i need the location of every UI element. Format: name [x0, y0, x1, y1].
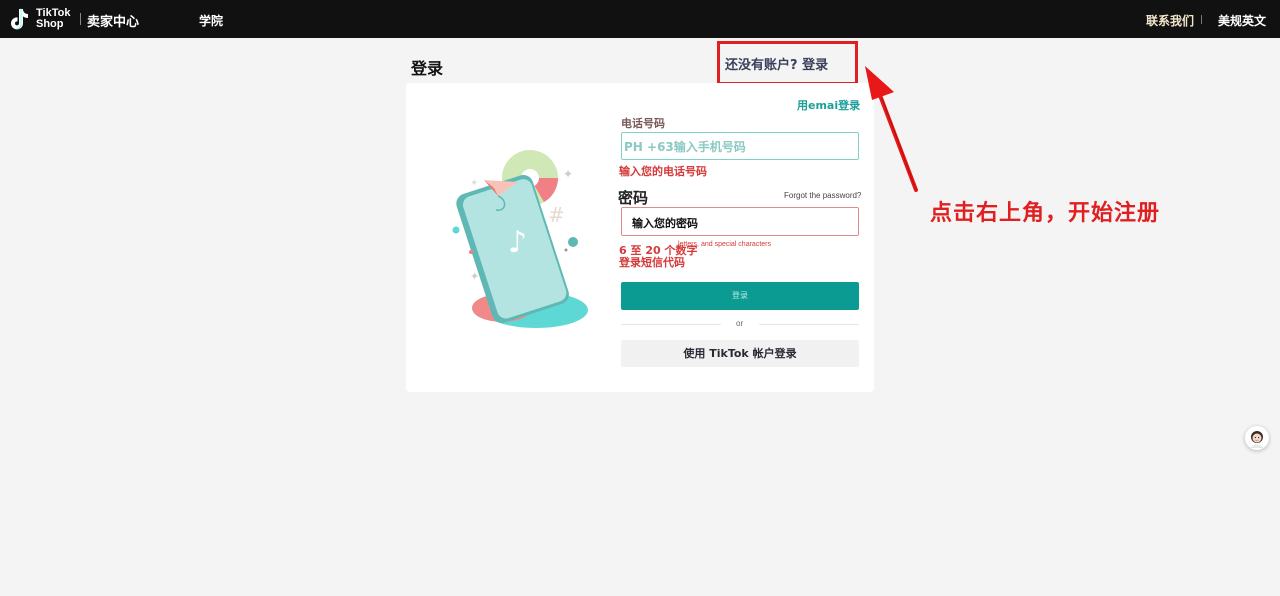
password-input[interactable]: 输入您的密码 — [621, 207, 859, 236]
or-divider-text: or — [736, 319, 744, 328]
svg-text:✦: ✦ — [470, 270, 479, 283]
forgot-password-link[interactable]: Forgot the password? — [784, 191, 861, 200]
svg-text:✦: ✦ — [470, 178, 478, 189]
top-navigation-bar: TikTok Shop 卖家中心 学院 联系我们 美规英文 — [0, 0, 1280, 38]
or-divider-right — [759, 324, 859, 325]
annotation-instruction: 点击右上角，开始注册 — [930, 201, 1161, 226]
phone-illustration: ♪ # ✦ ✦ ✦ — [452, 150, 588, 328]
sms-code-login-link[interactable]: 登录短信代码 — [619, 254, 685, 270]
svg-text:#: # — [548, 203, 565, 227]
login-button[interactable]: 登录 — [621, 282, 859, 310]
language-selector[interactable]: 美规英文 — [1218, 12, 1266, 29]
tiktok-account-login-button[interactable]: 使用 TikTok 帐户登录 — [621, 340, 859, 367]
tiktok-shop-logo[interactable]: TikTok Shop — [10, 7, 70, 31]
svg-text:✦: ✦ — [563, 167, 573, 181]
tiktok-note-icon — [11, 8, 28, 30]
phone-number-label: 电话号码 — [621, 117, 665, 130]
seller-center-title: 卖家中心 — [87, 15, 140, 30]
contact-us-link[interactable]: 联系我们 — [1146, 12, 1194, 29]
tiktok-logo-on-phone: ♪ — [508, 225, 527, 260]
email-login-link[interactable]: 用emai登录 — [797, 97, 860, 113]
or-divider-left — [621, 324, 721, 325]
signup-link[interactable]: 还没有账户? 登录 — [725, 54, 828, 73]
logo-wordmark: TikTok Shop — [36, 8, 70, 30]
topbar-divider — [1201, 15, 1202, 24]
page-title: 登录 — [411, 59, 444, 78]
avatar-face-icon — [1250, 431, 1264, 448]
logo-divider — [80, 13, 81, 25]
annotation-arrow-icon — [865, 66, 918, 192]
logo-line-2: Shop — [36, 18, 64, 30]
nav-academy-link[interactable]: 学院 — [199, 12, 223, 29]
phone-error-message: 输入您的电话号码 — [619, 165, 707, 178]
phone-number-input[interactable]: PH +63输入手机号码 — [621, 132, 859, 160]
password-label: 密码 — [618, 189, 649, 207]
support-avatar-icon[interactable] — [1245, 426, 1269, 450]
